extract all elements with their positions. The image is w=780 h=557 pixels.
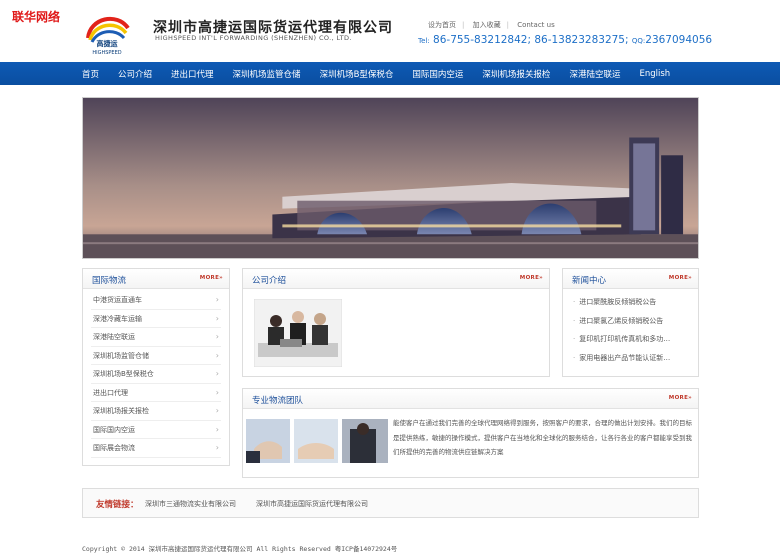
company-intro-photo <box>254 299 342 367</box>
nav-about[interactable]: 公司介绍 <box>118 68 152 80</box>
list-item[interactable]: 深港冷藏车运输 › <box>91 310 221 328</box>
hero-banner-image <box>82 97 699 259</box>
list-item[interactable]: 深圳机场B型保税仓 › <box>91 365 221 384</box>
top-links: 设为首页 | 加入收藏 | Contact us <box>428 21 555 29</box>
chevron-right-icon: › <box>215 313 219 323</box>
nav-home[interactable]: 首页 <box>82 68 99 80</box>
intl-logistics-header: 国际物流 MORE» <box>83 269 229 289</box>
news-item-title: 进口聚氯乙烯反倾销税公告 <box>579 316 664 325</box>
list-item[interactable]: 深港陆空联运 › <box>91 328 221 347</box>
list-item[interactable]: · 进口聚氯乙烯反倾销税公告 <box>573 312 690 331</box>
tel-label: Tel: <box>418 37 430 45</box>
news-item-title: 进口聚酰胺反倾销税公告 <box>579 298 657 306</box>
chevron-right-icon: › <box>215 369 219 378</box>
list-item[interactable]: 进出口代理 › <box>91 384 221 402</box>
friend-link-2[interactable]: 深圳市高捷运国际货运代理有限公司 <box>256 499 368 509</box>
chevron-right-icon: › <box>215 387 219 397</box>
news-list: · 进口聚酰胺反倾销税公告 · 进口聚氯乙烯反倾销税公告 · 复印机打印机传真机和多功… <box>563 289 698 367</box>
list-item-label: 深港陆空联运 <box>93 333 135 341</box>
intl-logistics-list: 中港货运直通车 › 深港冷藏车运输 › 深港陆空联运 › 深圳机场监管仓储 › 深圳机场… <box>83 289 229 458</box>
contact-us-link[interactable]: Contact us <box>517 21 555 29</box>
news-header: 新闻中心 MORE» <box>563 269 698 289</box>
nav-customs[interactable]: 深圳机场报关报检 <box>482 68 550 80</box>
list-item[interactable]: 中港货运直通车 › <box>91 291 221 310</box>
list-item-label: 深圳机场B型保税仓 <box>93 370 154 378</box>
nav-land-air[interactable]: 深港陆空联运 <box>569 68 620 80</box>
friend-link-1[interactable]: 深圳市三通物流实业有限公司 <box>145 499 236 509</box>
chevron-right-icon: › <box>215 350 219 360</box>
list-item-label: 深圳机场报关报检 <box>93 407 149 415</box>
nav-airport-warehouse[interactable]: 深圳机场监管仓储 <box>233 68 301 80</box>
list-item-label: 中港货运直通车 <box>93 296 142 304</box>
company-name-en: HIGHSPEED INT'L FORWARDING (SHENZHEN) CO… <box>155 34 352 42</box>
nav-bonded-warehouse[interactable]: 深圳机场B型保税仓 <box>320 68 394 80</box>
list-item-label: 深圳机场监管仓储 <box>93 351 149 360</box>
chevron-right-icon: › <box>215 443 219 452</box>
list-item[interactable]: 深圳机场监管仓储 › <box>91 347 221 365</box>
news-item-title: 复印机打印机传真机和多功… <box>579 335 671 343</box>
bullet-icon: · <box>573 335 576 343</box>
list-item-label: 深港冷藏车运输 <box>93 314 142 323</box>
team-header: 专业物流团队 MORE» <box>243 389 698 409</box>
add-favorite-link[interactable]: 加入收藏 <box>473 21 501 29</box>
list-item-label: 进出口代理 <box>93 388 128 397</box>
team-more[interactable]: MORE» <box>669 395 692 401</box>
team-title: 专业物流团队 <box>252 396 304 406</box>
team-photo <box>246 419 388 463</box>
list-item[interactable]: · 进口聚酰胺反倾销税公告 <box>573 293 690 312</box>
intl-logistics-panel: 国际物流 MORE» 中港货运直通车 › 深港冷藏车运输 › 深港陆空联运 › 深圳机… <box>82 268 230 466</box>
company-intro-header: 公司介绍 MORE» <box>243 269 549 289</box>
main-nav: 首页 公司介绍 进出口代理 深圳机场监管仓储 深圳机场B型保税仓 国际国内空运 … <box>0 62 780 85</box>
nav-air-freight[interactable]: 国际国内空运 <box>412 68 463 80</box>
set-homepage-link[interactable]: 设为首页 <box>428 21 456 29</box>
news-item-title: 家用电器出产品节能认证新… <box>579 353 671 362</box>
footer-copyright: Copyright © 2014 深圳市高捷运国际货运代理有限公司 All Ri… <box>82 545 398 553</box>
list-item[interactable]: · 家用电器出产品节能认证新… <box>573 349 690 368</box>
chevron-right-icon: › <box>215 332 219 341</box>
list-item[interactable]: · 复印机打印机传真机和多功… <box>573 330 690 349</box>
bullet-icon: · <box>573 353 576 362</box>
team-panel: 专业物流团队 MORE» 能使客户在通过我们完善的全球代理网络得到服务，按照客户… <box>242 388 699 478</box>
qq-label: QQ: <box>631 37 646 45</box>
intl-logistics-more[interactable]: MORE» <box>200 275 223 281</box>
team-description: 能使客户在通过我们完善的全球代理网络得到服务，按照客户的要求，合理的做出计划安排… <box>393 419 692 456</box>
list-item-label: 国际国内空运 <box>93 425 135 434</box>
list-item-label: 国际展会物流 <box>93 444 135 452</box>
news-title: 新闻中心 <box>572 276 607 286</box>
company-intro-panel: 公司介绍 MORE» <box>242 268 550 377</box>
chevron-right-icon: › <box>215 295 219 304</box>
friend-links: 友情链接： 深圳市三通物流实业有限公司 深圳市高捷运国际货运代理有限公司 <box>82 488 699 518</box>
company-intro-more[interactable]: MORE» <box>520 275 543 281</box>
nav-import-export[interactable]: 进出口代理 <box>171 68 214 80</box>
contact-info: Tel: 86-755-83212842; 86-13823283275; QQ… <box>418 34 712 46</box>
list-item[interactable]: 国际国内空运 › <box>91 421 221 439</box>
chevron-right-icon: › <box>215 424 219 434</box>
news-panel: 新闻中心 MORE» · 进口聚酰胺反倾销税公告 · 进口聚氯乙烯反倾销税公告 · 复… <box>562 268 699 377</box>
tel-value: 86-755-83212842; 86-13823283275; <box>433 34 629 46</box>
logo-subtitle: HIGHSPEED <box>92 50 122 56</box>
list-item[interactable]: 国际展会物流 › <box>91 439 221 458</box>
nav-english[interactable]: English <box>639 69 670 79</box>
friend-links-label: 友情链接： <box>96 500 139 510</box>
site-corner-mark: 联华网络 <box>12 10 61 24</box>
intl-logistics-title: 国际物流 <box>92 276 127 286</box>
bullet-icon: · <box>573 298 576 306</box>
company-intro-title: 公司介绍 <box>252 276 287 286</box>
bullet-icon: · <box>573 316 576 325</box>
qq-value: 2367094056 <box>645 34 713 46</box>
chevron-right-icon: › <box>215 406 219 415</box>
news-more[interactable]: MORE» <box>669 275 692 281</box>
list-item[interactable]: 深圳机场报关报检 › <box>91 402 221 421</box>
logo-name: 高捷运 <box>96 40 118 48</box>
